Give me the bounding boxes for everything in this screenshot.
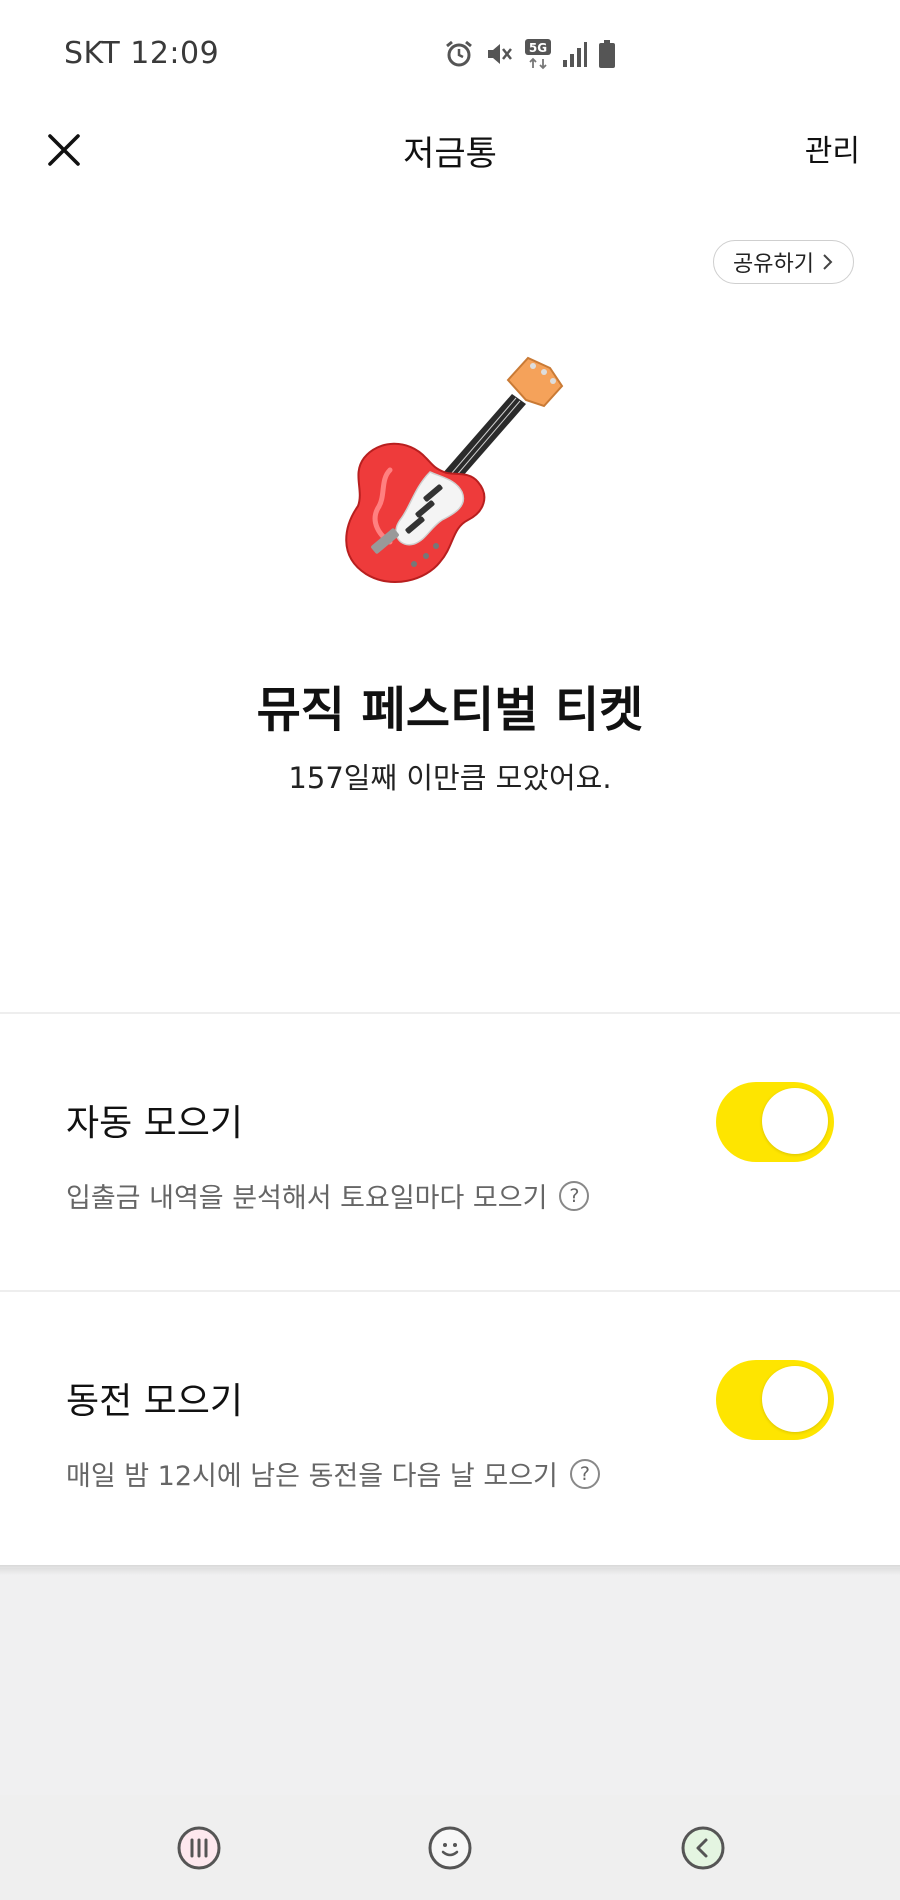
signal-icon bbox=[562, 39, 588, 69]
mute-icon bbox=[484, 39, 514, 69]
status-icons: 5G bbox=[444, 36, 616, 72]
piggy-bank-name: 뮤직 페스티벌 티켓 bbox=[256, 682, 644, 738]
5g-icon: 5G bbox=[524, 38, 552, 70]
back-button[interactable] bbox=[680, 1825, 726, 1871]
battery-icon bbox=[598, 39, 616, 69]
card-shadow bbox=[0, 1565, 900, 1575]
piggy-bank-subtitle: 157일째 이만큼 모았어요. bbox=[288, 761, 612, 795]
status-bar: SKT 12:09 5G bbox=[0, 0, 900, 100]
help-icon[interactable]: ? bbox=[569, 1458, 600, 1489]
auto-save-toggle[interactable] bbox=[716, 1082, 834, 1162]
page-title: 저금통 bbox=[403, 134, 497, 174]
piggy-bank-card: 공유하기 뮤직 페스티벌 티켓 157일째 이만큼 모았어요. bbox=[0, 200, 900, 1012]
alarm-icon bbox=[444, 39, 474, 69]
help-icon[interactable]: ? bbox=[559, 1180, 590, 1211]
share-button[interactable]: 공유하기 bbox=[713, 240, 854, 284]
coin-save-row: 동전 모으기 매일 밤 12시에 남은 동전을 다음 날 모으기 ? bbox=[0, 1292, 900, 1568]
auto-save-description-text: 입출금 내역을 분석해서 토요일마다 모으기 bbox=[66, 1183, 548, 1214]
status-carrier-time: SKT 12:09 bbox=[64, 36, 220, 71]
toggle-knob bbox=[762, 1088, 828, 1154]
auto-save-title: 자동 모으기 bbox=[66, 1103, 244, 1144]
coin-save-title: 동전 모으기 bbox=[66, 1381, 244, 1422]
app-header: 저금통 관리 bbox=[0, 100, 900, 200]
home-icon bbox=[428, 1826, 472, 1870]
home-button[interactable] bbox=[427, 1825, 473, 1871]
guitar-icon bbox=[345, 356, 564, 583]
back-icon bbox=[681, 1826, 725, 1870]
5g-label: 5G bbox=[529, 41, 547, 55]
toggle-knob bbox=[762, 1366, 828, 1432]
share-label: 공유하기 bbox=[733, 252, 814, 277]
auto-save-row: 자동 모으기 입출금 내역을 분석해서 토요일마다 모으기 ? bbox=[0, 1014, 900, 1290]
chevron-right-icon bbox=[823, 254, 833, 270]
recent-apps-button[interactable] bbox=[176, 1825, 222, 1871]
coin-save-toggle[interactable] bbox=[716, 1360, 834, 1440]
auto-save-description: 입출금 내역을 분석해서 토요일마다 모으기 ? bbox=[66, 1176, 590, 1215]
coin-save-description: 매일 밤 12시에 남은 동전을 다음 날 모으기 ? bbox=[66, 1454, 600, 1493]
manage-button[interactable]: 관리 bbox=[805, 126, 860, 170]
recent-apps-icon bbox=[177, 1826, 221, 1870]
piggy-bank-screen: SKT 12:09 5G 저금통 관리 공유하기 뮤직 페스티벌 티켓 157일… bbox=[0, 0, 900, 1900]
system-nav-bar bbox=[0, 1795, 900, 1900]
coin-save-description-text: 매일 밤 12시에 남은 동전을 다음 날 모으기 bbox=[66, 1461, 558, 1492]
